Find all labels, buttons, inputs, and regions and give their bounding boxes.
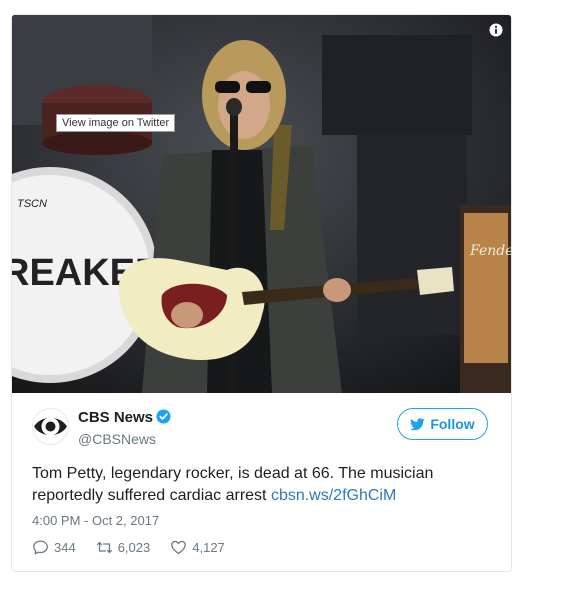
author-name[interactable]: CBS News: [78, 409, 171, 426]
tweet-photo[interactable]: Fender REAKERS TSCN: [12, 15, 511, 393]
reply-button[interactable]: 344: [32, 539, 76, 556]
retweet-button[interactable]: 6,023: [96, 539, 151, 556]
reply-icon: [33, 540, 48, 555]
info-icon[interactable]: [489, 23, 503, 37]
tweet-actions: 344 6,023 4,127: [32, 539, 225, 556]
author-name-text[interactable]: CBS News: [78, 409, 153, 426]
reply-count: 344: [54, 540, 76, 555]
amp-logo: Fender: [469, 243, 511, 259]
retweet-icon: [96, 541, 112, 554]
verified-badge-icon: [156, 409, 171, 424]
follow-button[interactable]: Follow: [397, 408, 488, 440]
concert-photo: Fender REAKERS TSCN: [12, 15, 511, 393]
tweet-link[interactable]: cbsn.ws/2fGhCiM: [271, 487, 396, 504]
view-image-tooltip: View image on Twitter: [56, 114, 176, 132]
tweet-timestamp[interactable]: 4:00 PM - Oct 2, 2017: [32, 513, 159, 528]
follow-label: Follow: [430, 416, 475, 432]
like-count: 4,127: [192, 540, 225, 555]
like-button[interactable]: 4,127: [170, 539, 225, 556]
tweet-text: Tom Petty, legendary rocker, is dead at …: [32, 463, 492, 507]
tweet-card: Fender REAKERS TSCN: [11, 14, 512, 572]
twitter-bird-icon: [410, 417, 426, 430]
retweet-count: 6,023: [117, 540, 151, 555]
author-handle[interactable]: @CBSNews: [78, 431, 156, 447]
heart-icon: [171, 540, 187, 555]
cbs-eye-logo[interactable]: [32, 408, 69, 445]
drum-top-text: TSCN: [17, 198, 47, 210]
